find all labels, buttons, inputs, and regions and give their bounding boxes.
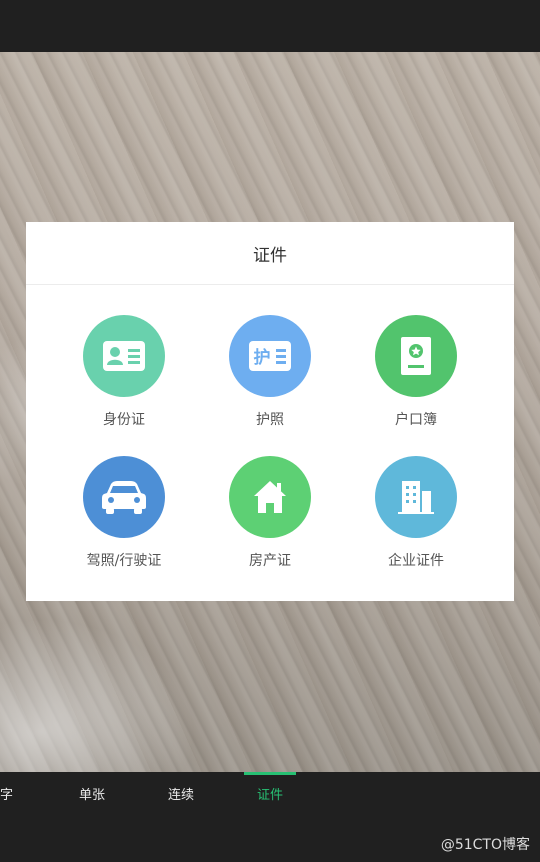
option-driving-license[interactable]: 驾照/行驶证 [54, 456, 194, 576]
option-enterprise-certificate[interactable]: 企业证件 [346, 456, 486, 576]
watermark: @51CTO博客 [440, 837, 530, 853]
id-card-icon [83, 315, 165, 397]
tab-single[interactable]: 单张 [79, 784, 105, 808]
active-tab-indicator [244, 772, 296, 775]
option-household-register[interactable]: 户口簿 [346, 315, 486, 435]
mode-tab-bar: 字 单张 连续 证件 @51CTO博客 [0, 772, 540, 862]
option-id-card[interactable]: 身份证 [54, 315, 194, 435]
option-label: 户口簿 [395, 412, 437, 428]
tab-continuous[interactable]: 连续 [168, 784, 194, 808]
passport-icon-text: 护 [254, 347, 271, 368]
option-property-certificate[interactable]: 房产证 [200, 456, 340, 576]
passport-icon: 护 [229, 315, 311, 397]
building-icon [375, 456, 457, 538]
household-register-icon [375, 315, 457, 397]
option-label: 身份证 [103, 412, 145, 428]
tab-text[interactable]: 字 [0, 784, 13, 808]
top-bar [0, 0, 540, 52]
option-label: 驾照/行驶证 [86, 553, 162, 569]
tab-certificate[interactable]: 证件 [257, 784, 283, 808]
option-label: 企业证件 [388, 553, 444, 569]
dialog-title: 证件 [26, 222, 514, 285]
option-passport[interactable]: 护 护照 [200, 315, 340, 435]
car-icon [83, 456, 165, 538]
option-label: 房产证 [249, 553, 291, 569]
document-type-dialog: 证件 身份证 护 护照 户口簿 驾照/行驶证 房产证 企业证件 [26, 222, 514, 601]
house-icon [229, 456, 311, 538]
option-label: 护照 [256, 412, 284, 428]
